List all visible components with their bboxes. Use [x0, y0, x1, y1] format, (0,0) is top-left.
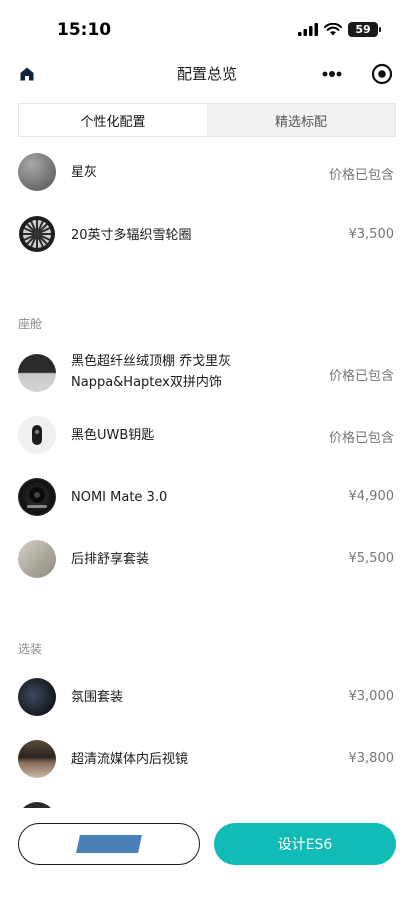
tab-personalized[interactable]: 个性化配置 — [19, 104, 207, 136]
key-image — [18, 416, 56, 454]
close-target-icon[interactable] — [370, 62, 394, 86]
item-name: 氛围套装 — [71, 690, 124, 705]
status-time: 15:10 — [57, 20, 112, 40]
grey-paint-swatch — [18, 153, 56, 191]
item-name: 20英寸多辐织雪轮圈 — [71, 228, 192, 243]
item-name: 黑色UWB钥匙 — [71, 428, 155, 443]
tab-standard[interactable]: 精选标配 — [207, 104, 395, 136]
battery-indicator: 59 — [348, 22, 381, 37]
status-bar: 15:10 59 — [0, 0, 414, 56]
wifi-icon — [324, 23, 342, 36]
status-icons: 59 — [298, 22, 381, 37]
bottom-action-bar: 设计ES6 — [0, 808, 414, 900]
item-name: NOMI Mate 3.0 — [71, 490, 168, 505]
secondary-action-button[interactable] — [18, 823, 200, 865]
list-item[interactable]: 黑色超纤丝绒顶棚 乔戈里灰 Nappa&Haptex双拼内饰 价格已包含 — [0, 343, 414, 405]
list-item[interactable]: 后排舒享套装 ¥5,500 — [0, 529, 414, 591]
item-name-line2: Nappa&Haptex双拼内饰 — [71, 375, 222, 390]
interior-swatch — [18, 354, 56, 392]
item-name: 后排舒享套装 — [71, 552, 150, 567]
section-title-cabin: 座舱 — [18, 317, 43, 331]
config-tabs: 个性化配置 精选标配 — [18, 103, 396, 137]
item-price: ¥3,800 — [348, 751, 395, 766]
list-item[interactable]: 黑色UWB钥匙 价格已包含 — [0, 405, 414, 467]
item-price: 价格已包含 — [328, 369, 394, 384]
item-price: ¥4,900 — [348, 489, 395, 504]
mini-program-capsule — [308, 58, 398, 90]
list-item[interactable]: 20英寸多辐织雪轮圈 ¥3,500 — [0, 204, 414, 266]
item-price: ¥3,000 — [348, 689, 395, 704]
rear-seat-image — [18, 540, 56, 578]
list-item[interactable]: 氛围套装 ¥3,000 — [0, 667, 414, 729]
home-icon[interactable] — [18, 65, 36, 83]
item-name: 超清流媒体内后视镜 — [71, 752, 189, 767]
list-item[interactable]: 超清流媒体内后视镜 ¥3,800 — [0, 729, 414, 791]
item-price: ¥3,500 — [348, 227, 395, 242]
list-item[interactable]: 星灰 价格已包含 — [0, 141, 414, 203]
more-icon[interactable] — [318, 64, 346, 84]
mirror-image — [18, 740, 56, 778]
item-price: 价格已包含 — [328, 431, 394, 446]
wheel-image — [18, 215, 56, 253]
item-name-line1: 黑色超纤丝绒顶棚 乔戈里灰 — [71, 354, 232, 369]
item-price: 价格已包含 — [328, 168, 394, 183]
list-item[interactable]: NOMI Mate 3.0 ¥4,900 — [0, 467, 414, 529]
item-name: 星灰 — [71, 165, 98, 180]
design-car-button[interactable]: 设计ES6 — [214, 823, 396, 865]
redacted-label — [76, 835, 142, 853]
nomi-image — [18, 478, 56, 516]
section-title-options: 选装 — [18, 642, 43, 656]
nav-bar: 配置总览 — [0, 56, 414, 92]
ambient-image — [18, 678, 56, 716]
item-price: ¥5,500 — [348, 551, 395, 566]
signal-icon — [298, 23, 318, 36]
